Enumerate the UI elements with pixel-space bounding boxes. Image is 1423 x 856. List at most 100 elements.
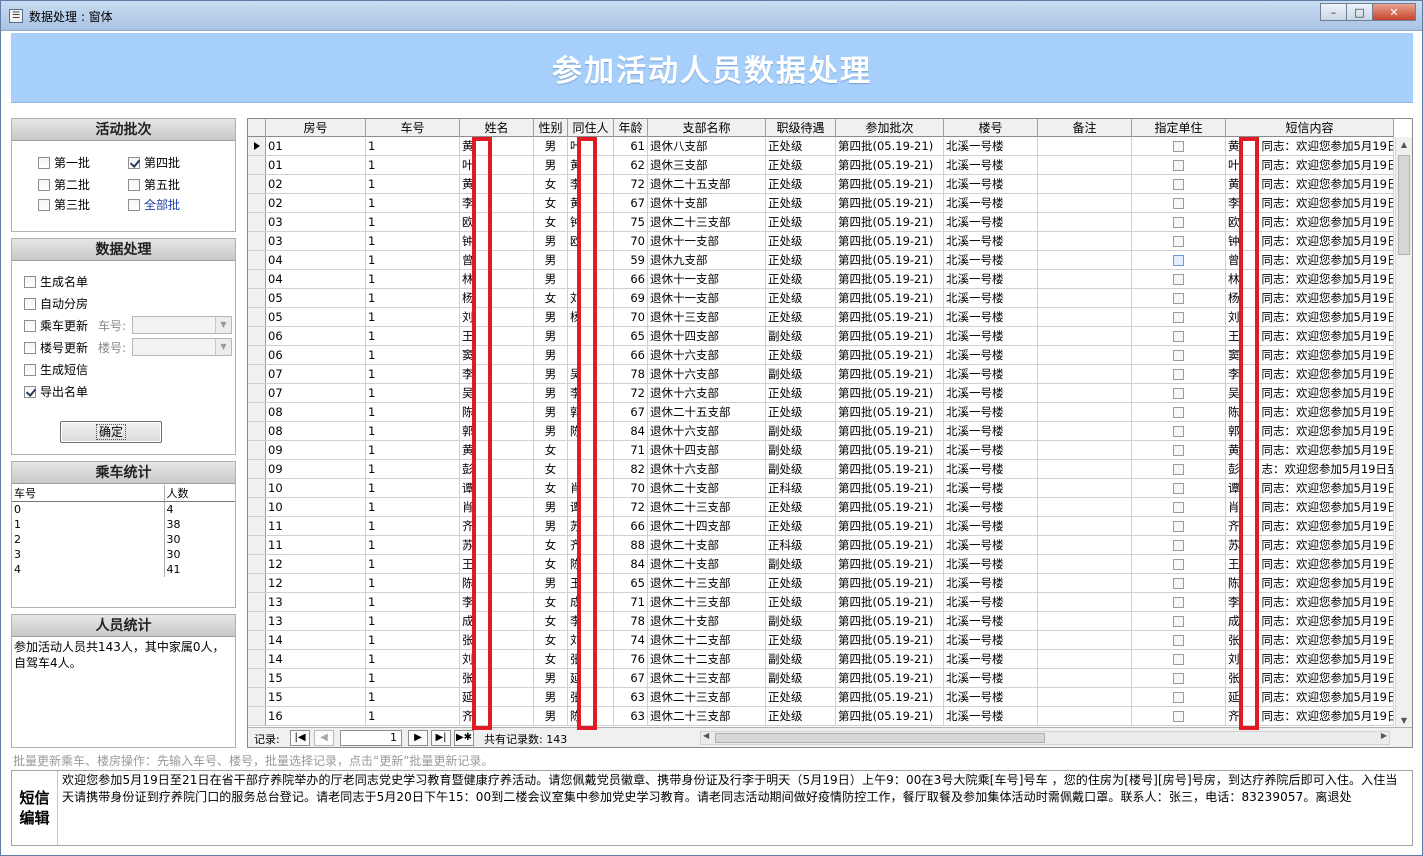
grid-cell[interactable]: 1 [366, 289, 460, 307]
single-room-checkbox[interactable] [1173, 274, 1184, 285]
table-row[interactable]: 06 1 窦男 66 退休十六支部 正处级 第四批(05.19-21) 北溪一号楼窦同志：欢迎… [248, 346, 1394, 365]
single-room-checkbox-cell[interactable] [1132, 441, 1226, 459]
table-row[interactable]: 10 1 谭女肖 70 退休二十支部 正科级 第四批(05.19-21) 北溪一号楼谭同志：欢… [248, 479, 1394, 498]
table-row[interactable]: 08 1 郭男陈 84 退休十六支部 副处级 第四批(05.19-21) 北溪一号楼郭同志：欢… [248, 422, 1394, 441]
grid-cell[interactable]: 退休二十二支部 [648, 631, 766, 649]
grid-cell[interactable] [1038, 175, 1132, 193]
grid-cell[interactable]: 退休十六支部 [648, 365, 766, 383]
single-room-checkbox-cell[interactable] [1132, 460, 1226, 478]
grid-cell[interactable]: 男 [534, 669, 568, 687]
row-selector[interactable] [248, 403, 266, 421]
grid-cell[interactable]: 男 [534, 251, 568, 269]
single-room-checkbox-cell[interactable] [1132, 555, 1226, 573]
grid-cell[interactable]: 正处级 [766, 593, 836, 611]
grid-cell[interactable]: 1 [366, 574, 460, 592]
grid-cell[interactable]: 72 [614, 384, 648, 402]
row-selector[interactable] [248, 327, 266, 345]
grid-cell[interactable]: 副处级 [766, 441, 836, 459]
row-selector[interactable] [248, 137, 266, 155]
grid-cell[interactable]: 65 [614, 327, 648, 345]
grid-cell[interactable]: 1 [366, 669, 460, 687]
grid-cell[interactable]: 退休十六支部 [648, 346, 766, 364]
grid-cell[interactable]: 退休十一支部 [648, 270, 766, 288]
grid-cell[interactable] [1038, 365, 1132, 383]
grid-column-header[interactable]: 性别 [534, 119, 568, 137]
grid-cell[interactable]: 15 [266, 688, 366, 706]
row-selector[interactable] [248, 460, 266, 478]
grid-cell[interactable]: 第四批(05.19-21) [836, 593, 944, 611]
single-room-checkbox[interactable] [1173, 426, 1184, 437]
grid-cell[interactable]: 第四批(05.19-21) [836, 137, 944, 155]
table-row[interactable]: 01 1 叶男黄 62 退休三支部 正处级 第四批(05.19-21) 北溪一号楼叶同志：欢迎… [248, 156, 1394, 175]
grid-cell[interactable]: 男 [534, 232, 568, 250]
table-row[interactable]: 05 1 刘男杨 70 退休十三支部 正处级 第四批(05.19-21) 北溪一号楼刘同志：欢… [248, 308, 1394, 327]
single-room-checkbox-cell[interactable] [1132, 175, 1226, 193]
single-room-checkbox[interactable] [1173, 464, 1184, 475]
grid-cell[interactable] [1038, 289, 1132, 307]
grid-column-header[interactable]: 参加批次 [836, 119, 944, 137]
grid-cell[interactable]: 北溪一号楼 [944, 308, 1038, 326]
grid-cell[interactable]: 1 [366, 270, 460, 288]
grid-cell[interactable]: 女 [534, 555, 568, 573]
grid-cell[interactable]: 1 [366, 137, 460, 155]
grid-cell[interactable]: 北溪一号楼 [944, 194, 1038, 212]
row-selector[interactable] [248, 384, 266, 402]
single-room-checkbox[interactable] [1173, 255, 1184, 266]
single-room-checkbox-cell[interactable] [1132, 669, 1226, 687]
grid-cell[interactable]: 15 [266, 669, 366, 687]
sms-template-text[interactable]: 欢迎您参加5月19日至21日在省干部疗养院举办的厅老同志党史学习教育暨健康疗养活… [62, 772, 1408, 806]
grid-cell[interactable]: 副处级 [766, 555, 836, 573]
grid-column-header[interactable]: 指定单住 [1132, 119, 1226, 137]
grid-column-header[interactable]: 支部名称 [648, 119, 766, 137]
table-row[interactable]: 02 1 李女黄 67 退休十支部 正处级 第四批(05.19-21) 北溪一号楼李同志：欢迎… [248, 194, 1394, 213]
single-room-checkbox[interactable] [1173, 198, 1184, 209]
grid-cell[interactable]: 1 [366, 232, 460, 250]
building-update-checkbox[interactable] [24, 341, 36, 354]
batch-checkbox-5[interactable] [128, 178, 140, 191]
grid-cell[interactable]: 北溪一号楼 [944, 156, 1038, 174]
single-room-checkbox-cell[interactable] [1132, 213, 1226, 231]
table-row[interactable]: 03 1 欧女钟 75 退休二十三支部 正处级 第四批(05.19-21) 北溪一号楼欧同志：… [248, 213, 1394, 232]
table-row[interactable]: 11 1 苏女齐 88 退休二十支部 正科级 第四批(05.19-21) 北溪一号楼苏同志：欢… [248, 536, 1394, 555]
grid-cell[interactable]: 74 [614, 631, 648, 649]
generate-list-option[interactable]: 生成名单 [24, 273, 88, 290]
table-row[interactable]: 13 1 成女李 78 退休二十支部 副处级 第四批(05.19-21) 北溪一号楼成同志：欢… [248, 612, 1394, 631]
grid-cell[interactable]: 82 [614, 460, 648, 478]
grid-cell[interactable]: 第四批(05.19-21) [836, 346, 944, 364]
single-room-checkbox[interactable] [1173, 293, 1184, 304]
grid-cell[interactable] [1038, 517, 1132, 535]
table-row[interactable]: 12 1 王女陈 84 退休二十支部 副处级 第四批(05.19-21) 北溪一号楼王同志：欢… [248, 555, 1394, 574]
generate-sms-checkbox[interactable] [24, 363, 36, 376]
building-update-option[interactable]: 楼号更新 [24, 339, 88, 356]
grid-cell[interactable]: 84 [614, 422, 648, 440]
grid-cell[interactable]: 1 [366, 422, 460, 440]
grid-cell[interactable] [1038, 479, 1132, 497]
single-room-checkbox-cell[interactable] [1132, 346, 1226, 364]
row-selector[interactable] [248, 175, 266, 193]
grid-cell[interactable]: 14 [266, 650, 366, 668]
grid-cell[interactable]: 女 [534, 194, 568, 212]
grid-cell[interactable]: 第四批(05.19-21) [836, 555, 944, 573]
grid-cell[interactable]: 副处级 [766, 669, 836, 687]
grid-cell[interactable]: 13 [266, 612, 366, 630]
single-room-checkbox-cell[interactable] [1132, 498, 1226, 516]
grid-cell[interactable]: 北溪一号楼 [944, 441, 1038, 459]
grid-cell[interactable] [1038, 688, 1132, 706]
grid-cell[interactable] [1038, 327, 1132, 345]
grid-cell[interactable]: 1 [366, 251, 460, 269]
grid-cell[interactable]: 第四批(05.19-21) [836, 232, 944, 250]
grid-cell[interactable]: 副处级 [766, 612, 836, 630]
grid-cell[interactable]: 01 [266, 137, 366, 155]
grid-cell[interactable]: 退休十四支部 [648, 327, 766, 345]
grid-cell[interactable]: 1 [366, 403, 460, 421]
batch-checkbox-3[interactable] [38, 198, 50, 211]
grid-cell[interactable] [1038, 403, 1132, 421]
grid-header-selector[interactable] [248, 119, 266, 137]
batch-option-4[interactable]: 第四批 [128, 154, 180, 171]
export-list-checkbox[interactable] [24, 385, 36, 398]
table-row[interactable]: 13 1 李女成 71 退休二十三支部 正处级 第四批(05.19-21) 北溪一号楼李同志：… [248, 593, 1394, 612]
grid-cell[interactable]: 退休二十支部 [648, 479, 766, 497]
grid-cell[interactable]: 第四批(05.19-21) [836, 213, 944, 231]
grid-cell[interactable]: 正处级 [766, 574, 836, 592]
grid-cell[interactable]: 北溪一号楼 [944, 422, 1038, 440]
